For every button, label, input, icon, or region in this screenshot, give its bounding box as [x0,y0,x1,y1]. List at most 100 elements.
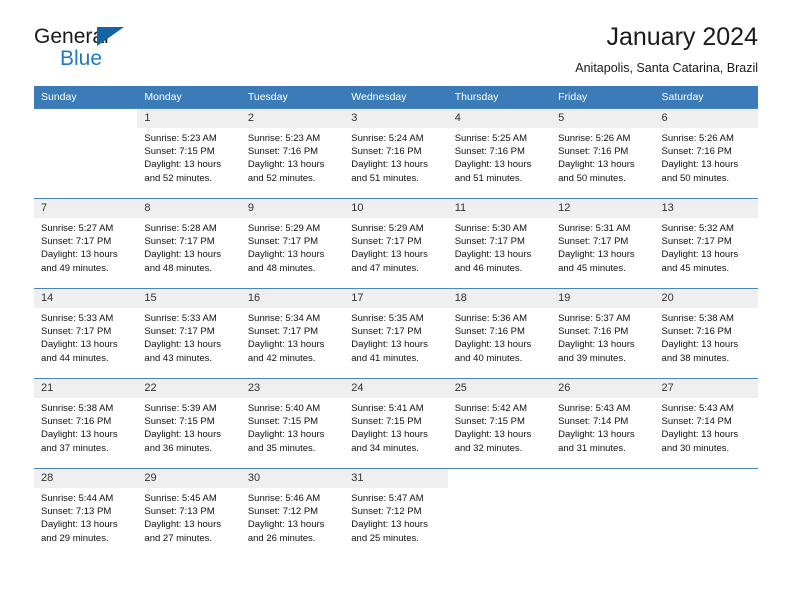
day-number: 4 [447,109,552,128]
day-number: 19 [551,289,655,308]
calendar-day-cell[interactable]: 9 Sunrise: 5:29 AM Sunset: 7:17 PM Daylight… [240,198,345,289]
daylight-duration-line1: Daylight: 13 hours [558,339,635,351]
day-details: Sunrise: 5:40 AM Sunset: 7:15 PM Daylight:… [241,398,344,455]
calendar-week-row: 14 Sunrise: 5:33 AM Sunset: 7:17 PM Dayligh… [34,288,758,379]
calendar-day-cell[interactable]: 20 Sunrise: 5:38 AM Sunset: 7:16 PM Dayligh… [654,288,758,379]
calendar-day-cell[interactable]: 26 Sunrise: 5:43 AM Sunset: 7:14 PM Dayligh… [551,378,655,469]
sunset-time: Sunset: 7:17 PM [144,236,215,248]
sunset-time: Sunset: 7:16 PM [454,326,525,338]
daylight-duration-line1: Daylight: 13 hours [144,339,221,351]
day-number: 7 [34,199,138,218]
day-number: 30 [240,469,345,488]
sunrise-time: Sunrise: 5:26 AM [558,133,631,144]
calendar-day-cell[interactable]: 31 Sunrise: 5:47 AM Sunset: 7:12 PM Dayligh… [344,468,448,559]
sunset-time: Sunset: 7:17 PM [247,236,319,248]
daylight-duration-line2: and 44 minutes. [41,352,109,364]
calendar-day-cell[interactable]: 25 Sunrise: 5:42 AM Sunset: 7:15 PM Dayligh… [447,378,552,469]
sunrise-time: Sunrise: 5:31 AM [558,223,631,234]
weekday-header-thursday: Thursday [447,86,552,109]
daylight-duration-line2: and 32 minutes. [454,442,523,454]
calendar-day-cell[interactable]: 11 Sunrise: 5:30 AM Sunset: 7:17 PM Dayligh… [447,198,552,289]
calendar-day-cell[interactable]: 22 Sunrise: 5:39 AM Sunset: 7:15 PM Dayligh… [137,378,241,469]
sunset-time: Sunset: 7:15 PM [454,416,525,428]
daylight-duration-line1: Daylight: 13 hours [144,159,221,171]
sunset-time: Sunset: 7:17 PM [351,326,422,338]
sunset-time: Sunset: 7:17 PM [661,236,732,248]
day-details: Sunrise: 5:41 AM Sunset: 7:15 PM Daylight:… [344,398,447,455]
calendar-day-cell[interactable]: 4 Sunrise: 5:25 AM Sunset: 7:16 PM Daylight… [447,108,552,199]
sunrise-time: Sunrise: 5:44 AM [41,493,114,504]
calendar-day-cell[interactable]: 12 Sunrise: 5:31 AM Sunset: 7:17 PM Dayligh… [551,198,655,289]
daylight-duration-line1: Daylight: 13 hours [41,429,118,441]
daylight-duration-line1: Daylight: 13 hours [144,519,221,531]
sunrise-time: Sunrise: 5:46 AM [247,493,321,504]
calendar-day-cell[interactable]: 24 Sunrise: 5:41 AM Sunset: 7:15 PM Dayligh… [344,378,448,469]
sunrise-time: Sunrise: 5:47 AM [351,493,424,504]
daylight-duration-line1: Daylight: 13 hours [351,339,428,351]
daylight-duration-line1: Daylight: 13 hours [454,159,532,171]
day-details: Sunrise: 5:39 AM Sunset: 7:15 PM Daylight:… [137,398,240,455]
weekday-header-sunday: Sunday [34,86,138,109]
daylight-duration-line2: and 48 minutes. [144,262,213,274]
daylight-duration-line1: Daylight: 13 hours [41,339,118,351]
calendar-day-cell[interactable]: 5 Sunrise: 5:26 AM Sunset: 7:16 PM Daylight… [551,108,655,199]
daylight-duration-line1: Daylight: 13 hours [454,249,532,261]
daylight-duration-line1: Daylight: 13 hours [247,339,325,351]
sunset-time: Sunset: 7:15 PM [144,416,215,428]
daylight-duration-line2: and 48 minutes. [247,262,316,274]
calendar-day-cell[interactable]: 28 Sunrise: 5:44 AM Sunset: 7:13 PM Dayligh… [34,468,138,559]
calendar-day-cell[interactable]: 14 Sunrise: 5:33 AM Sunset: 7:17 PM Dayligh… [34,288,138,379]
calendar-week-row: 28 Sunrise: 5:44 AM Sunset: 7:13 PM Dayligh… [34,468,758,559]
sunrise-time: Sunrise: 5:37 AM [558,313,631,324]
day-details: Sunrise: 5:46 AM Sunset: 7:12 PM Daylight:… [241,488,344,545]
day-number [34,109,138,128]
day-details: Sunrise: 5:33 AM Sunset: 7:17 PM Daylight:… [137,308,240,365]
sunset-time: Sunset: 7:16 PM [454,146,525,158]
daylight-duration-line1: Daylight: 13 hours [351,429,428,441]
calendar-day-cell[interactable]: 2 Sunrise: 5:23 AM Sunset: 7:16 PM Daylight… [240,108,345,199]
calendar-day-cell[interactable]: 10 Sunrise: 5:29 AM Sunset: 7:17 PM Dayligh… [344,198,448,289]
calendar-day-cell[interactable]: 19 Sunrise: 5:37 AM Sunset: 7:16 PM Dayligh… [551,288,655,379]
daylight-duration-line1: Daylight: 13 hours [247,249,325,261]
sunset-time: Sunset: 7:15 PM [144,146,215,158]
day-number: 6 [654,109,758,128]
daylight-duration-line2: and 34 minutes. [351,442,419,454]
calendar-day-cell[interactable]: 16 Sunrise: 5:34 AM Sunset: 7:17 PM Dayligh… [240,288,345,379]
calendar-day-cell[interactable]: 7 Sunrise: 5:27 AM Sunset: 7:17 PM Daylight… [34,198,138,289]
daylight-duration-line1: Daylight: 13 hours [661,339,739,351]
daylight-duration-line2: and 42 minutes. [247,352,316,364]
sunset-time: Sunset: 7:17 PM [144,326,215,338]
calendar-day-cell[interactable]: 21 Sunrise: 5:38 AM Sunset: 7:16 PM Dayligh… [34,378,138,469]
calendar-day-cell[interactable]: 27 Sunrise: 5:43 AM Sunset: 7:14 PM Dayligh… [654,378,758,469]
calendar-week-row: 21 Sunrise: 5:38 AM Sunset: 7:16 PM Dayligh… [34,378,758,469]
calendar-day-cell[interactable]: 1 Sunrise: 5:23 AM Sunset: 7:15 PM Daylight… [137,108,241,199]
calendar-day-cell[interactable]: 15 Sunrise: 5:33 AM Sunset: 7:17 PM Dayligh… [137,288,241,379]
day-number: 11 [447,199,552,218]
calendar-day-cell[interactable]: 29 Sunrise: 5:45 AM Sunset: 7:13 PM Dayligh… [137,468,241,559]
sunrise-time: Sunrise: 5:29 AM [247,223,321,234]
calendar-day-cell[interactable]: 23 Sunrise: 5:40 AM Sunset: 7:15 PM Dayligh… [240,378,345,469]
daylight-duration-line1: Daylight: 13 hours [661,159,739,171]
sunrise-time: Sunrise: 5:23 AM [247,133,321,144]
calendar-day-cell[interactable]: 17 Sunrise: 5:35 AM Sunset: 7:17 PM Dayligh… [344,288,448,379]
daylight-duration-line1: Daylight: 13 hours [144,429,221,441]
general-blue-logo[interactable]: General Blue [34,26,214,72]
calendar-day-cell[interactable]: 30 Sunrise: 5:46 AM Sunset: 7:12 PM Dayligh… [240,468,345,559]
calendar-day-cell[interactable]: 8 Sunrise: 5:28 AM Sunset: 7:17 PM Daylight… [137,198,241,289]
sunset-time: Sunset: 7:16 PM [558,326,629,338]
calendar-day-cell[interactable]: 6 Sunrise: 5:26 AM Sunset: 7:16 PM Daylight… [654,108,758,199]
page-subtitle: Anitapolis, Santa Catarina, Brazil [575,61,758,75]
daylight-duration-line1: Daylight: 13 hours [247,429,325,441]
calendar-day-cell[interactable]: 18 Sunrise: 5:36 AM Sunset: 7:16 PM Dayligh… [447,288,552,379]
day-number: 9 [240,199,345,218]
day-details: Sunrise: 5:29 AM Sunset: 7:17 PM Daylight:… [241,218,344,275]
day-details: Sunrise: 5:44 AM Sunset: 7:13 PM Daylight:… [34,488,137,545]
weekday-header-monday: Monday [137,86,241,109]
calendar-day-cell[interactable]: 3 Sunrise: 5:24 AM Sunset: 7:16 PM Daylight… [344,108,448,199]
sunrise-time: Sunrise: 5:26 AM [661,133,734,144]
day-details: Sunrise: 5:26 AM Sunset: 7:16 PM Daylight:… [655,128,758,185]
sunrise-time: Sunrise: 5:41 AM [351,403,424,414]
sunset-time: Sunset: 7:16 PM [661,326,732,338]
daylight-duration-line2: and 51 minutes. [351,172,419,184]
calendar-day-cell[interactable]: 13 Sunrise: 5:32 AM Sunset: 7:17 PM Dayligh… [654,198,758,289]
